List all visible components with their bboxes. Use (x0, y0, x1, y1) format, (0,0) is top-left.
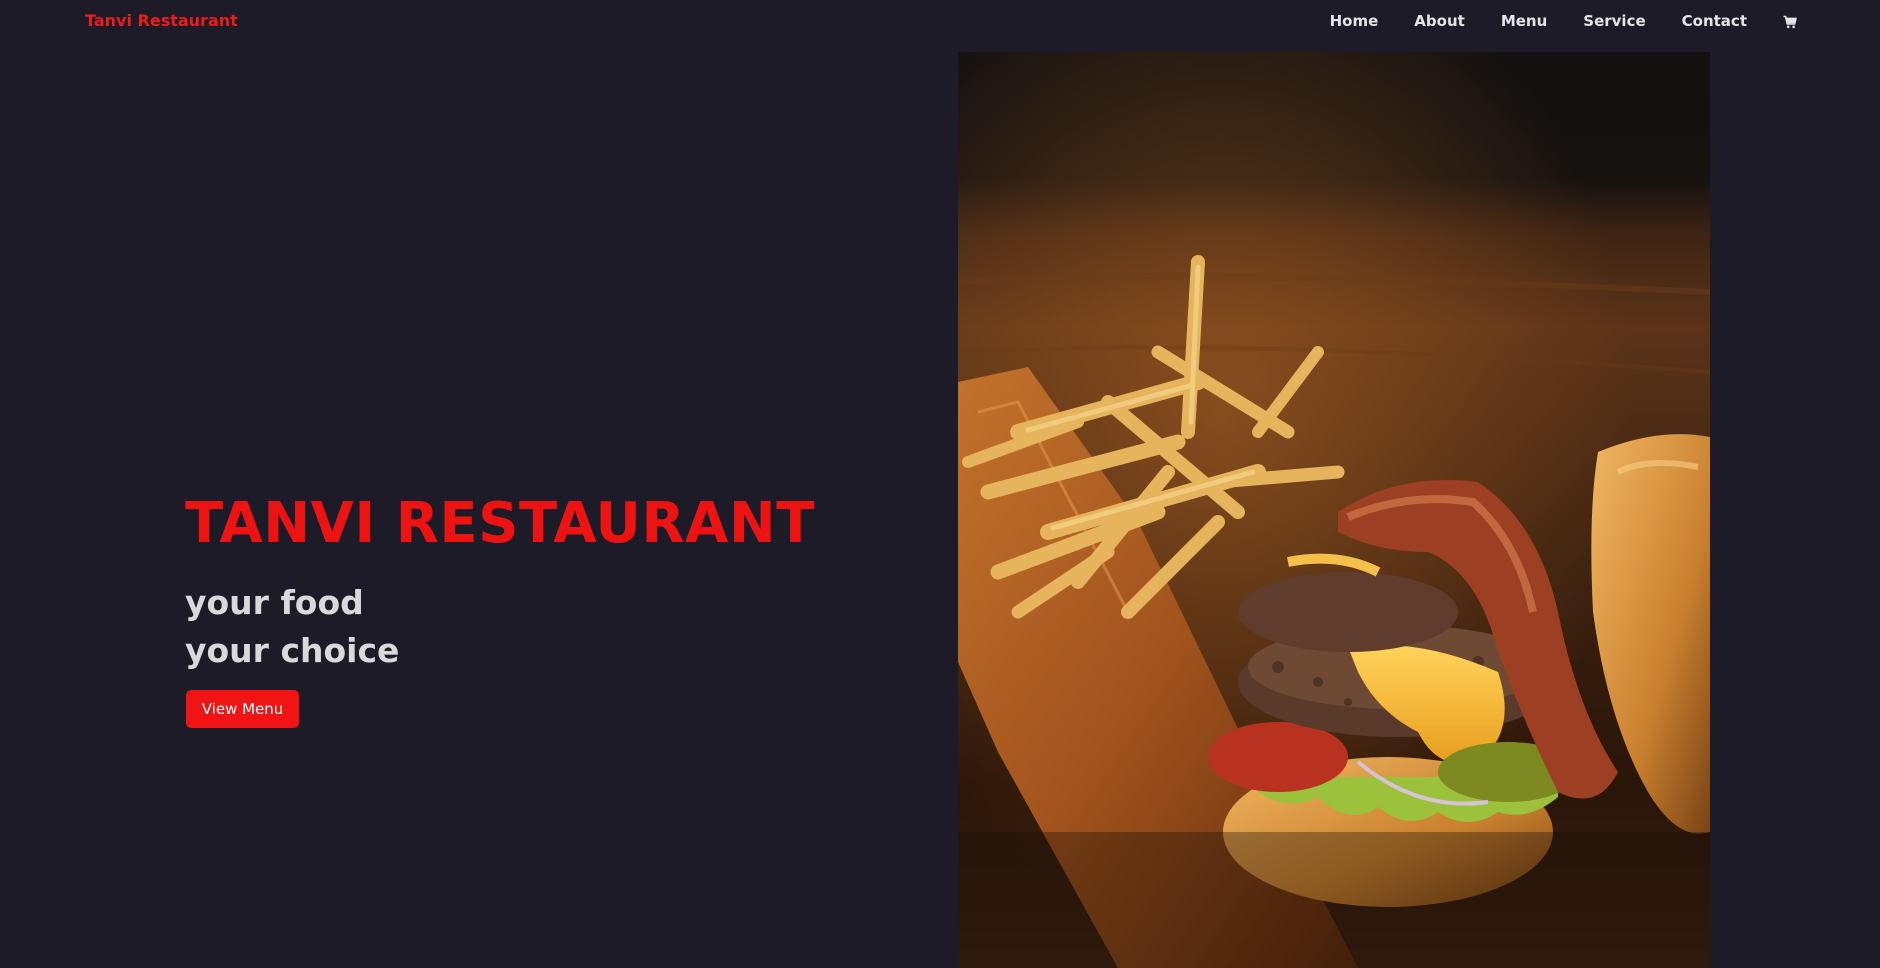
landing-page: Tanvi Restaurant Home About Menu Service… (0, 0, 1880, 968)
brand-logo-link[interactable]: Tanvi Restaurant (85, 11, 238, 30)
hero-tagline-line-1: your food (185, 583, 364, 622)
hero-title: TANVI RESTAURANT (185, 491, 815, 556)
nav-links: Home About Menu Service Contact (1330, 12, 1797, 30)
nav-link-contact[interactable]: Contact (1682, 12, 1747, 30)
view-menu-button[interactable]: View Menu (186, 690, 299, 728)
nav-link-about[interactable]: About (1414, 12, 1465, 30)
shopping-cart-icon[interactable] (1783, 14, 1797, 29)
nav-link-menu[interactable]: Menu (1501, 12, 1547, 30)
nav-link-service[interactable]: Service (1583, 12, 1645, 30)
burger-and-fries-photo (958, 52, 1710, 968)
hero-tagline-line-2: your choice (185, 631, 400, 670)
nav-link-home[interactable]: Home (1330, 12, 1379, 30)
navbar: Tanvi Restaurant Home About Menu Service… (0, 0, 1880, 44)
